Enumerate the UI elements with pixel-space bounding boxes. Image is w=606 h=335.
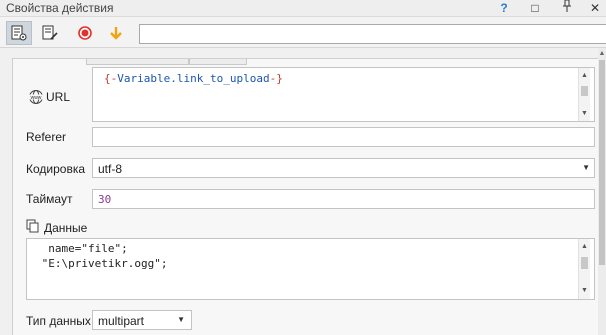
data-textarea[interactable]: name="file"; "E:\privetikr.ogg"; [26,238,595,300]
www-globe-icon: www [28,90,44,104]
scroll-up-icon[interactable]: ▲ [598,50,606,58]
data-type-chevron-down-icon[interactable]: ▼ [177,315,185,324]
svg-text:www: www [31,95,42,101]
url-label: URL [46,90,71,104]
edit-document-icon [42,25,58,40]
data-label: Данные [44,221,88,235]
tab-stub-2[interactable] [189,59,247,65]
timeout-input[interactable]: 30 [92,189,595,209]
record-button[interactable] [72,21,98,45]
timeout-value: 30 [98,193,112,206]
record-icon [78,26,92,40]
referer-label: Referer [26,130,67,144]
pin-button[interactable] [556,0,578,17]
window-title: Свойства действия [6,1,114,15]
url-scroll-thumb[interactable] [581,86,588,96]
url-scrollbar[interactable]: ▲ ▼ [578,68,590,121]
url-brace-open: {- [104,72,118,85]
edit-button[interactable] [37,21,63,45]
copy-data-icon [26,219,39,233]
data-scroll-up-icon[interactable]: ▲ [579,242,590,252]
chevron-down-icon[interactable]: ▼ [582,163,590,172]
data-scroll-thumb[interactable] [581,257,588,269]
scroll-thumb[interactable] [599,60,605,265]
main-scrollbar[interactable]: ▲ [598,48,606,335]
pin-icon [563,0,571,12]
close-button[interactable]: ✕ [584,0,606,17]
properties-button[interactable] [6,21,32,45]
data-line-2: "E:\privetikr.ogg"; [35,257,168,270]
encoding-value: utf-8 [98,162,123,176]
encoding-label: Кодировка [26,162,86,176]
download-button[interactable] [103,21,129,45]
url-brace-close: -} [269,72,283,85]
timeout-label: Таймаут [26,192,73,206]
url-scroll-up-icon[interactable]: ▲ [579,71,590,81]
arrow-down-icon [110,27,122,40]
toolbar [0,17,606,48]
data-type-label: Тип данных [26,314,91,328]
data-scroll-down-icon[interactable]: ▼ [579,286,590,296]
toolbar-input[interactable] [139,24,606,44]
data-type-value: multipart [98,314,145,328]
maximize-button[interactable]: □ [524,0,546,17]
url-variable: Variable.link_to_upload [117,72,270,85]
data-line-1: name="file"; [35,242,128,255]
help-button[interactable]: ? [493,0,515,17]
encoding-select[interactable]: utf-8 ▼ [92,158,595,178]
window-titlebar: Свойства действия ? □ ✕ [0,0,606,17]
referer-input[interactable] [92,127,595,147]
url-scroll-down-icon[interactable]: ▼ [579,109,590,119]
url-value: {-Variable.link_to_upload-} [104,72,283,85]
data-type-select[interactable]: multipart ▼ [92,310,192,330]
properties-settings-icon [11,25,27,41]
tab-stub-1[interactable] [86,59,189,65]
data-scrollbar[interactable]: ▲ ▼ [578,239,590,299]
